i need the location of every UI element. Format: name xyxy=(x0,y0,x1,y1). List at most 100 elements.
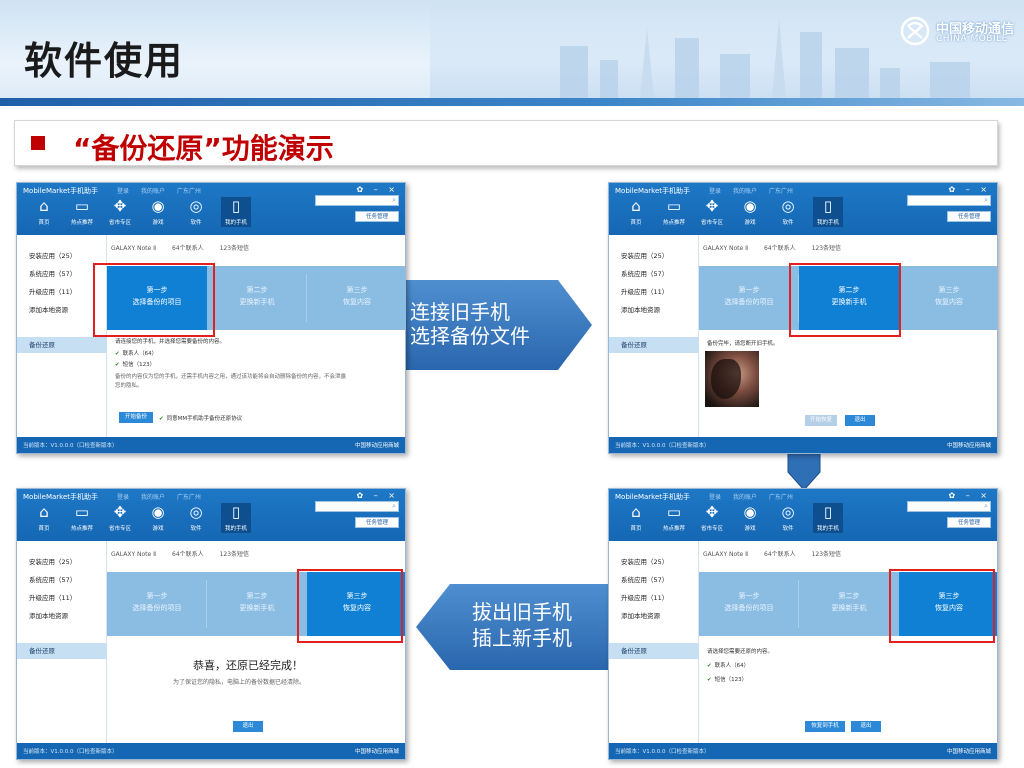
task-manager-button[interactable]: 任务管理 xyxy=(947,517,991,528)
window-controls[interactable]: ✿ – × xyxy=(949,491,992,500)
search-icon: ⌕ xyxy=(984,196,988,204)
search-input[interactable]: ⌕ xyxy=(315,195,399,206)
sidebar-item-backup[interactable]: 备份还原 xyxy=(17,337,107,353)
option-sms[interactable]: ✔ 短信（123） xyxy=(707,675,747,683)
skyline-building xyxy=(800,32,822,98)
arrow-right-line1: 连接旧手机 xyxy=(410,300,510,324)
menu-account[interactable]: 我的账户 xyxy=(733,188,757,195)
nav-my-phone[interactable]: ▯ 我的手机 xyxy=(221,503,251,533)
sidebar-item-local[interactable]: 添加本地资源 xyxy=(17,607,106,625)
gamepad-icon: ◉ xyxy=(743,503,757,521)
sidebar-item-backup[interactable]: 备份还原 xyxy=(17,643,107,659)
sidebar-item-local[interactable]: 添加本地资源 xyxy=(609,607,698,625)
restore-prompt: 请选择您需要还原的内容。 xyxy=(707,649,774,655)
store-link[interactable]: 中国移动应用商城 xyxy=(947,441,991,449)
device-contacts: 64个联系人 xyxy=(764,245,796,252)
nav-software[interactable]: ◎ 软件 xyxy=(773,197,803,227)
nav-home[interactable]: ⌂ 首页 xyxy=(621,503,651,533)
nav-home[interactable]: ⌂ 首页 xyxy=(621,197,651,227)
step-title: 第一步 xyxy=(738,592,760,600)
sidebar-item-upgrade[interactable]: 升级应用（11） xyxy=(609,589,698,607)
nav-label: 软件 xyxy=(190,220,202,226)
nav-software[interactable]: ◎ 软件 xyxy=(773,503,803,533)
option-contacts[interactable]: ✔ 联系人（64） xyxy=(115,349,157,357)
menu-login[interactable]: 登录 xyxy=(709,188,721,195)
nav-region[interactable]: ✥ 省市专区 xyxy=(697,503,727,533)
nav-my-phone[interactable]: ▯ 我的手机 xyxy=(813,197,843,227)
nav-region[interactable]: ✥ 省市专区 xyxy=(105,197,135,227)
option-sms[interactable]: ✔ 短信（123） xyxy=(115,360,155,368)
sidebar-item-upgrade[interactable]: 升级应用（11） xyxy=(17,589,106,607)
nav-games[interactable]: ◉ 游戏 xyxy=(735,503,765,533)
menu-location[interactable]: 广东广州 xyxy=(769,494,793,501)
task-manager-button[interactable]: 任务管理 xyxy=(947,211,991,222)
phone-icon: ▯ xyxy=(231,503,241,521)
skyline-tower xyxy=(772,18,786,98)
sidebar-item-backup[interactable]: 备份还原 xyxy=(609,643,699,659)
check-icon: ✔ xyxy=(707,663,712,669)
menu-account[interactable]: 我的账户 xyxy=(141,494,165,501)
nav-games[interactable]: ◉ 游戏 xyxy=(143,503,173,533)
search-input[interactable]: ⌕ xyxy=(315,501,399,512)
nav-my-phone[interactable]: ▯ 我的手机 xyxy=(221,197,251,227)
search-input[interactable]: ⌕ xyxy=(907,195,991,206)
sidebar-item-installed[interactable]: 安装应用（25） xyxy=(17,553,106,571)
nav-label: 省市专区 xyxy=(108,220,131,226)
nav-region[interactable]: ✥ 省市专区 xyxy=(697,197,727,227)
start-backup-button[interactable]: 开始备份 xyxy=(119,412,153,423)
sidebar-item-local[interactable]: 添加本地资源 xyxy=(609,301,698,319)
menu-location[interactable]: 广东广州 xyxy=(769,188,793,195)
hot-icon: ▭ xyxy=(74,503,90,521)
window-controls[interactable]: ✿ – × xyxy=(949,185,992,194)
step-title: 第一步 xyxy=(146,592,168,600)
sidebar-item-system[interactable]: 系统应用（57） xyxy=(609,265,698,283)
restore-to-phone-button[interactable]: 恢复到手机 xyxy=(805,721,845,732)
window-controls[interactable]: ✿ – × xyxy=(357,185,400,194)
nav-label: 热点推荐 xyxy=(662,526,685,532)
agreement-checkbox[interactable]: ✔ 同意MM手机助手备份还原协议 xyxy=(159,414,242,422)
step-1: 第一步 选择备份的项目 xyxy=(107,572,207,636)
menu-location[interactable]: 广东广州 xyxy=(177,494,201,501)
store-link[interactable]: 中国移动应用商城 xyxy=(947,747,991,755)
nav-home[interactable]: ⌂ 首页 xyxy=(29,503,59,533)
task-manager-button[interactable]: 任务管理 xyxy=(355,517,399,528)
nav-hot[interactable]: ▭ 热点推荐 xyxy=(67,197,97,227)
sidebar-item-upgrade[interactable]: 升级应用（11） xyxy=(609,283,698,301)
nav-region[interactable]: ✥ 省市专区 xyxy=(105,503,135,533)
sidebar-item-backup[interactable]: 备份还原 xyxy=(609,337,699,353)
menu-location[interactable]: 广东广州 xyxy=(177,188,201,195)
option-contacts[interactable]: ✔ 联系人（64） xyxy=(707,661,749,669)
start-restore-button[interactable]: 开始恢复 xyxy=(805,415,837,426)
nav-home[interactable]: ⌂ 首页 xyxy=(29,197,59,227)
search-input[interactable]: ⌕ xyxy=(907,501,991,512)
step-desc: 更换新手机 xyxy=(831,604,867,612)
nav-hot[interactable]: ▭ 热点推荐 xyxy=(659,503,689,533)
sidebar-item-system[interactable]: 系统应用（57） xyxy=(17,571,106,589)
sidebar-item-installed[interactable]: 安装应用（25） xyxy=(609,553,698,571)
nav-label: 首页 xyxy=(630,220,642,226)
task-manager-button[interactable]: 任务管理 xyxy=(355,211,399,222)
menu-account[interactable]: 我的账户 xyxy=(733,494,757,501)
nav-software[interactable]: ◎ 软件 xyxy=(181,197,211,227)
store-link[interactable]: 中国移动应用商城 xyxy=(355,441,399,449)
exit-button[interactable]: 退出 xyxy=(233,721,263,732)
menu-login[interactable]: 登录 xyxy=(709,494,721,501)
nav-hot[interactable]: ▭ 热点推荐 xyxy=(67,503,97,533)
menu-login[interactable]: 登录 xyxy=(117,494,129,501)
disconnect-prompt: 备份完毕，请您断开旧手机。 xyxy=(707,341,779,347)
nav-hot[interactable]: ▭ 热点推荐 xyxy=(659,197,689,227)
highlight-box xyxy=(93,263,215,337)
menu-account[interactable]: 我的账户 xyxy=(141,188,165,195)
nav-games[interactable]: ◉ 游戏 xyxy=(735,197,765,227)
exit-button[interactable]: 退出 xyxy=(851,721,881,732)
nav-my-phone[interactable]: ▯ 我的手机 xyxy=(813,503,843,533)
menu-login[interactable]: 登录 xyxy=(117,188,129,195)
window-controls[interactable]: ✿ – × xyxy=(357,491,400,500)
exit-button[interactable]: 退出 xyxy=(845,415,875,426)
store-link[interactable]: 中国移动应用商城 xyxy=(355,747,399,755)
nav-software[interactable]: ◎ 软件 xyxy=(181,503,211,533)
arrow-left-line2: 插上新手机 xyxy=(472,626,572,650)
sidebar-item-system[interactable]: 系统应用（57） xyxy=(609,571,698,589)
sidebar-item-installed[interactable]: 安装应用（25） xyxy=(609,247,698,265)
nav-games[interactable]: ◉ 游戏 xyxy=(143,197,173,227)
